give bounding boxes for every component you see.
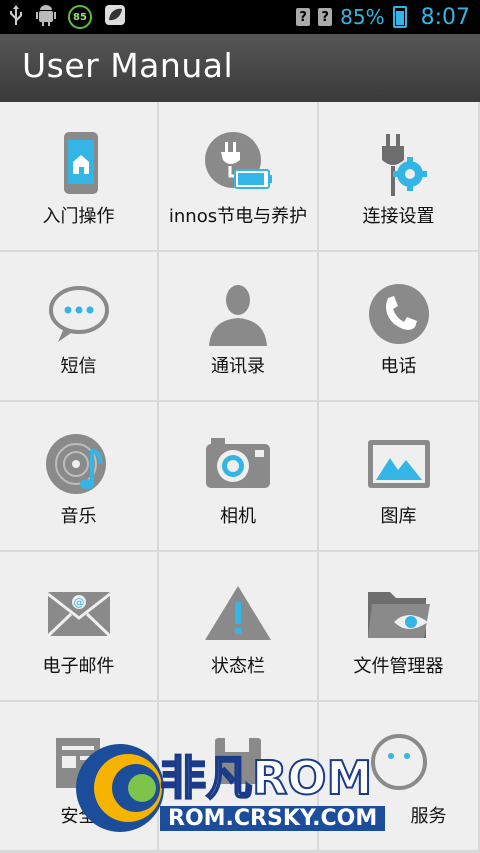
watermark-site: ROM.CRSKY.COM [160, 806, 386, 831]
grid-item-label: 入门操作 [42, 206, 115, 227]
email-icon: @ [46, 592, 111, 638]
svg-text:@: @ [73, 596, 84, 609]
grid-item-label: innos节电与养护 [168, 206, 308, 227]
grid-item-label: 通讯录 [211, 356, 265, 377]
gallery-icon [367, 440, 430, 488]
usb-icon [8, 5, 24, 29]
grid-item-email[interactable]: @ 电子邮件 [0, 552, 159, 702]
grid-item-label: 图库 [380, 506, 417, 527]
power-plug-battery-icon [205, 132, 272, 189]
grid-item-label: 状态栏 [211, 656, 265, 677]
page-title: User Manual [22, 46, 234, 85]
grid-item-file-manager[interactable]: 文件管理器 [319, 552, 480, 702]
grid-item-label: 电子邮件 [42, 656, 115, 677]
no-signal-icon-2: ? [318, 8, 333, 26]
grid-item-innos-power[interactable]: innos节电与养护 [159, 102, 319, 252]
grid-item-phone[interactable]: 电话 [319, 252, 480, 402]
warning-icon [205, 586, 271, 640]
clock: 8:07 [420, 4, 470, 30]
folder-eye-icon [367, 592, 430, 638]
grid-item-sms[interactable]: 短信 [0, 252, 159, 402]
grid-item-gallery[interactable]: 图库 [319, 402, 480, 552]
grid-item-label: 电话 [380, 356, 417, 377]
phone-call-icon [368, 284, 429, 344]
grid-item-label: 短信 [60, 356, 97, 377]
music-disc-icon [45, 434, 106, 494]
camera-icon [206, 438, 270, 488]
status-bar: 85 ? ? 85% 8:07 [0, 0, 480, 34]
battery-saver-badge: 85 [68, 5, 92, 29]
battery-icon [392, 6, 407, 28]
grid-item-label: 音乐 [60, 506, 97, 527]
grid-item-music[interactable]: 音乐 [0, 402, 159, 552]
leaf-icon [104, 4, 126, 30]
grid-item-label: 相机 [220, 506, 256, 527]
grid-item-status-bar[interactable]: 状态栏 [159, 552, 319, 702]
watermark-brand: 非凡ROM [159, 750, 373, 806]
plug-gear-icon [381, 134, 427, 196]
action-bar: User Manual [0, 34, 480, 102]
no-signal-icon: ? [296, 8, 311, 26]
grid-item-label: 文件管理器 [353, 656, 444, 677]
grid-item-label: 连接设置 [362, 206, 435, 227]
grid-item-getting-started[interactable]: 入门操作 [0, 102, 159, 252]
chat-bubble-icon [48, 286, 109, 342]
grid-item-contacts[interactable]: 通讯录 [159, 252, 319, 402]
phone-home-icon [63, 132, 98, 194]
grid-item-connection-settings[interactable]: 连接设置 [319, 102, 480, 252]
android-icon [36, 4, 56, 30]
person-icon [209, 285, 267, 346]
grid-item-camera[interactable]: 相机 [159, 402, 319, 552]
battery-percent: 85% [340, 5, 385, 29]
